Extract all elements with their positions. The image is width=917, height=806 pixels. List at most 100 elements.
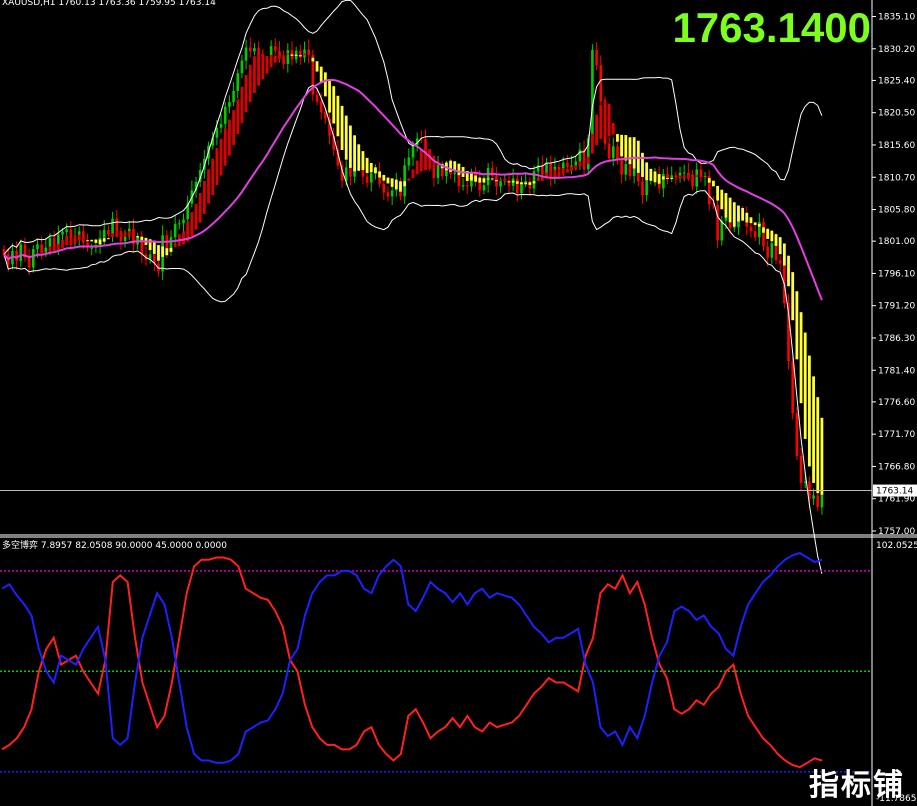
ribbon-bar bbox=[657, 174, 661, 184]
ribbon-bar bbox=[357, 144, 361, 171]
ribbon-bar bbox=[311, 57, 315, 62]
watermark-logo: 指标铺 bbox=[809, 768, 905, 803]
ribbon-bar bbox=[732, 202, 736, 227]
candle-body bbox=[795, 413, 799, 456]
ribbon-bar bbox=[390, 178, 394, 187]
ribbon-bar bbox=[586, 156, 590, 164]
ribbon-bar bbox=[286, 53, 290, 55]
candle-body bbox=[115, 218, 119, 232]
price-tick-label: 1771.70 bbox=[878, 430, 915, 440]
candle-body bbox=[666, 173, 669, 178]
candle-body bbox=[453, 172, 457, 174]
candle-body bbox=[432, 166, 436, 178]
ribbon-bar bbox=[686, 174, 690, 179]
ribbon-bar bbox=[303, 53, 306, 56]
ribbon-bar bbox=[820, 417, 824, 495]
candle-body bbox=[386, 192, 390, 197]
candle-body bbox=[607, 143, 611, 159]
ribbon-bar bbox=[653, 171, 657, 183]
ribbon-bar bbox=[257, 53, 261, 86]
candle-body bbox=[282, 55, 285, 64]
candle-body bbox=[599, 65, 603, 102]
ribbon-bar bbox=[599, 104, 603, 139]
ribbon-bar bbox=[470, 173, 473, 181]
candle-body bbox=[582, 149, 586, 170]
price-tick-label: 1801.00 bbox=[878, 237, 915, 247]
ribbon-bar bbox=[636, 140, 640, 173]
ribbon-bar bbox=[328, 79, 331, 113]
ribbon-bar bbox=[194, 203, 198, 230]
ribbon-bar bbox=[403, 181, 407, 187]
ribbon-bar bbox=[495, 180, 498, 182]
ribbon-bar bbox=[457, 163, 461, 176]
osc-red-line bbox=[1, 556, 823, 769]
candle-body bbox=[390, 190, 394, 197]
candle-body bbox=[286, 50, 290, 64]
ribbon-bar bbox=[520, 182, 523, 185]
ribbon-bar bbox=[649, 168, 653, 181]
candle-body bbox=[407, 157, 411, 166]
candle-body bbox=[595, 50, 598, 66]
ribbon-bar bbox=[411, 169, 415, 179]
candle-body bbox=[628, 164, 632, 176]
candle-body bbox=[720, 220, 724, 241]
ribbon-bar bbox=[198, 193, 202, 223]
price-tick-label: 1815.60 bbox=[878, 141, 915, 151]
ribbon-bar bbox=[173, 243, 177, 247]
ribbon-bar bbox=[707, 178, 711, 183]
ribbon-bar bbox=[482, 178, 486, 183]
ribbon-bar bbox=[716, 185, 719, 201]
ribbon-bar bbox=[94, 239, 98, 243]
candle-body bbox=[232, 90, 235, 103]
ribbon-bar bbox=[816, 397, 820, 494]
ribbon-bar bbox=[641, 152, 644, 177]
candle-body bbox=[178, 223, 181, 225]
candle-body bbox=[90, 247, 94, 249]
candle-body bbox=[278, 50, 281, 56]
ribbon-bar bbox=[753, 222, 757, 226]
candle-body bbox=[244, 47, 248, 61]
ribbon-bar bbox=[115, 230, 119, 238]
ribbon-bar bbox=[236, 99, 240, 135]
ribbon-bar bbox=[219, 138, 223, 176]
ribbon-bar bbox=[795, 291, 799, 360]
ribbon-bar bbox=[319, 66, 323, 83]
candle-body bbox=[223, 106, 227, 124]
ribbon-bar bbox=[499, 179, 503, 181]
ribbon-bar bbox=[611, 122, 615, 135]
ribbon-bar bbox=[374, 167, 377, 174]
ribbon-bar bbox=[182, 231, 185, 245]
candle-body bbox=[27, 257, 31, 268]
candle-body bbox=[611, 146, 615, 159]
ribbon-bar bbox=[207, 169, 210, 204]
ribbon-bar bbox=[61, 239, 64, 248]
ribbon-bar bbox=[369, 162, 373, 173]
ribbon-bar bbox=[269, 54, 273, 68]
candle-body bbox=[732, 227, 736, 229]
price-tick-label: 1810.70 bbox=[878, 173, 915, 183]
ribbon-bar bbox=[799, 312, 803, 404]
ribbon-bar bbox=[628, 137, 632, 165]
ribbon-bar bbox=[65, 236, 69, 246]
candle-body bbox=[566, 162, 569, 167]
ribbon-bar bbox=[528, 182, 532, 185]
ribbon-bar bbox=[712, 180, 715, 187]
candle-body bbox=[624, 164, 628, 175]
candles-layer bbox=[2, 37, 824, 515]
ribbon-bar bbox=[294, 54, 298, 56]
price-tick-label: 1786.30 bbox=[878, 334, 915, 344]
ribbon-bar bbox=[157, 245, 160, 261]
ribbon-bar bbox=[127, 231, 131, 237]
candle-body bbox=[516, 178, 519, 194]
ribbon-bar bbox=[261, 53, 265, 80]
ribbon-bar bbox=[595, 114, 598, 146]
ribbon-bar bbox=[791, 272, 795, 321]
candle-body bbox=[436, 164, 440, 178]
candle-body bbox=[791, 361, 795, 414]
candle-body bbox=[365, 176, 369, 183]
candle-body bbox=[48, 237, 52, 248]
ribbon-bar bbox=[524, 182, 528, 185]
ribbon-bar bbox=[278, 54, 281, 59]
ribbon-bar bbox=[724, 193, 728, 218]
candle-body bbox=[173, 224, 177, 238]
